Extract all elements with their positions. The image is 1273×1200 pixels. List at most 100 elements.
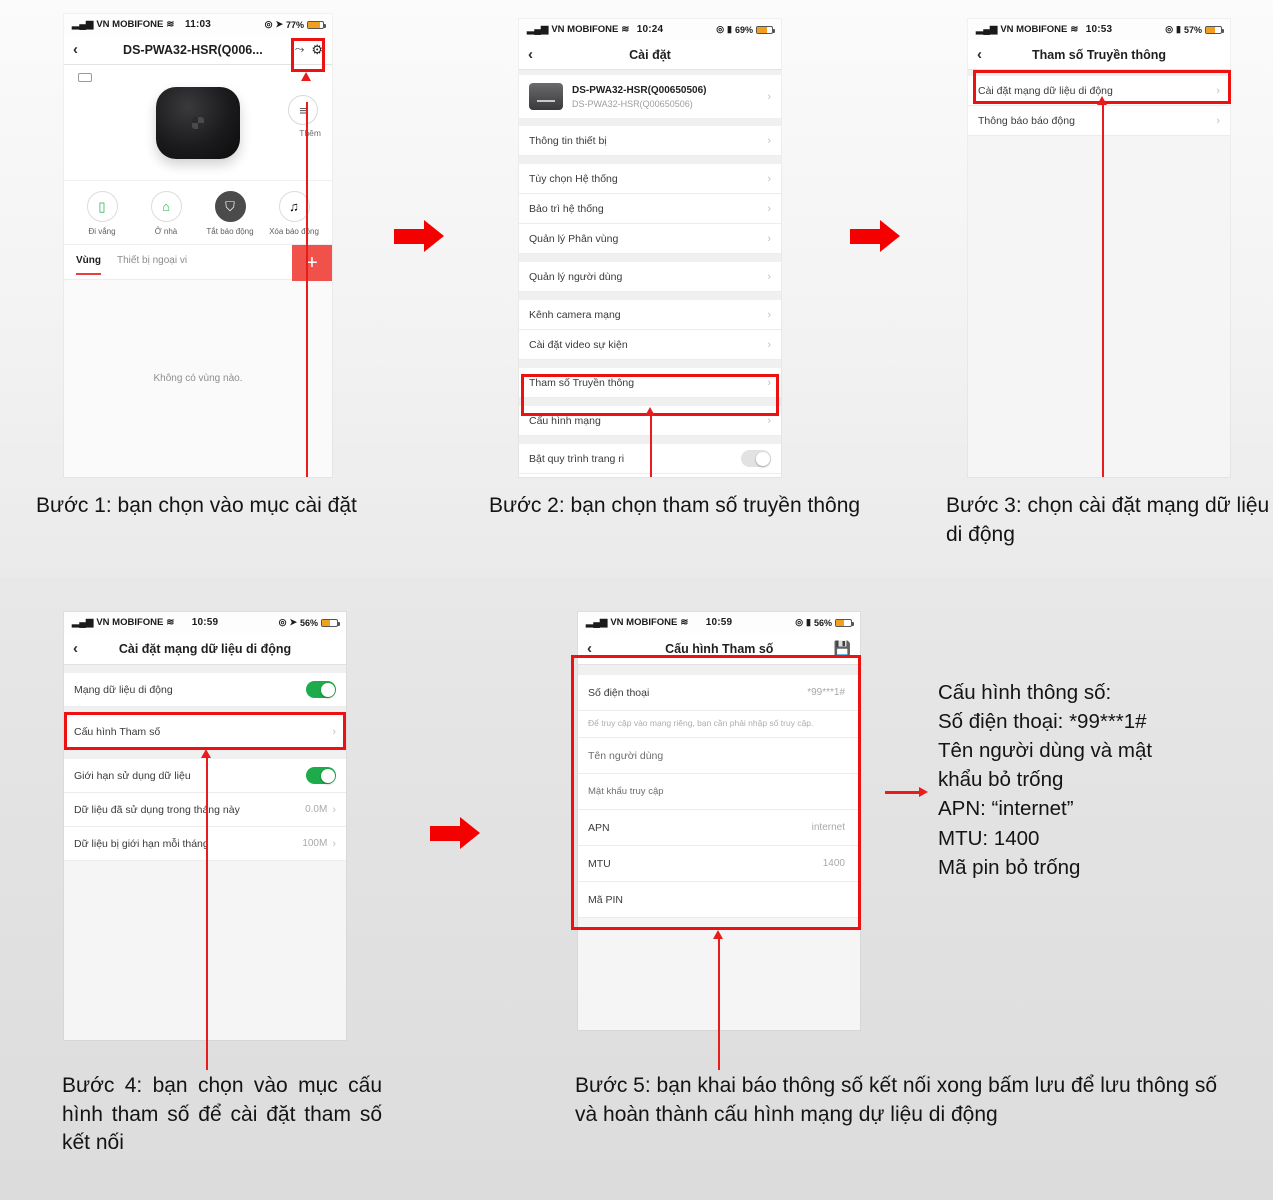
row-label: MTU	[588, 857, 611, 870]
chevron-right-icon: ›	[767, 232, 771, 245]
chevron-right-icon: ›	[767, 270, 771, 283]
row-label: APN	[588, 821, 610, 834]
device-name: DS-PWA32-HSR(Q00650506)	[572, 85, 707, 97]
share-icon[interactable]: ⤳	[295, 42, 305, 57]
step-arrow-2-to-3	[850, 220, 902, 252]
chevron-right-icon: ›	[767, 308, 771, 321]
row-data-limit-toggle[interactable]: Giới hạn sử dụng dữ liệu	[64, 759, 346, 793]
back-button-4[interactable]: ‹	[73, 640, 91, 657]
comm-item-label: Thông báo báo động	[978, 114, 1075, 127]
quick-action-home[interactable]: ⌂ Ở nhà	[136, 191, 196, 236]
settings-item-system-maintenance[interactable]: Bảo trì hệ thống ›	[519, 194, 781, 224]
battery-icon-5	[835, 618, 855, 627]
settings-item-system-options[interactable]: Tùy chọn Hệ thống ›	[519, 164, 781, 194]
spacer	[519, 156, 781, 164]
caption-step-2: Bước 2: bạn chọn tham số truyền thông	[489, 494, 861, 517]
row-username[interactable]: Tên người dùng	[578, 738, 860, 775]
caption-step-4: Bước 4: bạn chọn vào mục cấu hình tham s…	[62, 1074, 382, 1155]
spacer	[519, 292, 781, 300]
status-bar-2: ▂▄▆ VN MOBIFONE ≋ 10:24 ◎ ▮ 69%	[519, 19, 781, 40]
chevron-right-icon: ›	[1216, 84, 1220, 97]
page-title-2: Cài đặt	[629, 47, 671, 62]
gear-icon[interactable]: ⚙	[311, 42, 323, 58]
pointer-line-4	[206, 757, 208, 1070]
chevron-right-icon: ›	[332, 803, 336, 816]
row-password[interactable]: Mật khẩu truy cập	[578, 774, 860, 811]
row-mobile-data-toggle[interactable]: Mạng dữ liệu di động	[64, 673, 346, 707]
spacer	[64, 665, 346, 673]
back-button-3[interactable]: ‹	[977, 46, 995, 63]
settings-item-communication-params[interactable]: Tham số Truyền thông ›	[519, 368, 781, 398]
nav-bar-3: ‹ Tham số Truyền thông	[968, 40, 1230, 70]
back-button-1[interactable]: ‹	[73, 41, 91, 58]
back-button-2[interactable]: ‹	[528, 46, 546, 63]
battery-icon-2	[756, 25, 776, 34]
settings-item-network-camera[interactable]: Kênh camera mạng ›	[519, 300, 781, 330]
settings-item-user-management[interactable]: Quản lý người dùng ›	[519, 262, 781, 292]
wifi-icon: ≋	[680, 617, 689, 628]
caption-step-5: Bước 5: bạn khai báo thông số kết nối xo…	[575, 1074, 1218, 1126]
settings-item-label: Tùy chọn Hệ thống	[529, 172, 618, 185]
nav-bar-4: ‹ Cài đặt mạng dữ liệu di động	[64, 633, 346, 665]
row-data-used-this-month[interactable]: Dữ liệu đã sử dụng trong tháng này 0.0M …	[64, 793, 346, 827]
save-disk-icon[interactable]: 💾	[834, 640, 851, 657]
row-parameter-config[interactable]: Cấu hình Tham số ›	[64, 715, 346, 749]
settings-item-device-info[interactable]: Thông tin thiết bị ›	[519, 126, 781, 156]
row-monthly-data-limit[interactable]: Dữ liệu bị giới hạn mỗi tháng 100M ›	[64, 827, 346, 861]
battery-percent-1: 77%	[285, 19, 304, 30]
row-label: Mã PIN	[588, 893, 624, 906]
signal-bars-icon: ▂▄▆	[72, 617, 94, 628]
comm-item-alarm-notification[interactable]: Thông báo báo động ›	[968, 106, 1230, 136]
chevron-right-icon: ›	[767, 202, 771, 215]
tab-peripherals[interactable]: Thiết bị ngoại vi	[117, 255, 187, 269]
quick-action-away[interactable]: ▯ Đi vắng	[72, 191, 132, 236]
row-mtu[interactable]: MTU 1400	[578, 846, 860, 883]
pointer-arrow-5	[713, 930, 723, 939]
row-label: Mật khẩu truy cập	[588, 786, 664, 798]
status-bar-3: ▂▄▆ VN MOBIFONE ≋ 10:53 ◎ ▮ 57%	[968, 19, 1230, 40]
quick-action-label: Xóa báo động	[269, 227, 319, 236]
process-page-toggle[interactable]	[741, 450, 771, 467]
wifi-icon: ≋	[621, 24, 630, 35]
settings-item-label: Bật quy trình trang ri	[529, 452, 625, 465]
tab-vung[interactable]: Vùng	[76, 255, 101, 275]
settings-item-label: Cấu hình mạng	[529, 414, 601, 427]
row-pin[interactable]: Mã PIN	[578, 882, 860, 919]
mobile-data-toggle[interactable]	[306, 681, 336, 698]
note-line-6: MTU: 1400	[938, 826, 1040, 850]
comm-item-label: Cài đặt mạng dữ liệu di động	[978, 84, 1113, 97]
battery-percent-5: 56%	[814, 617, 833, 628]
data-limit-toggle[interactable]	[306, 767, 336, 784]
note-line-1: Cấu hình thông số:	[938, 681, 1112, 704]
pointer-line-2	[650, 415, 652, 477]
chevron-right-icon: ›	[767, 414, 771, 427]
back-button-5[interactable]: ‹	[587, 640, 605, 657]
settings-item-partition-management[interactable]: Quản lý Phân vùng ›	[519, 224, 781, 254]
chevron-right-icon: ›	[767, 90, 771, 103]
row-apn[interactable]: APN internet	[578, 810, 860, 847]
device-card-2[interactable]: DS-PWA32-HSR(Q00650506) DS-PWA32-HSR(Q00…	[519, 75, 781, 118]
battery-icon-1	[307, 20, 326, 29]
chevron-right-icon: ›	[767, 338, 771, 351]
clock-2: 10:24	[636, 24, 664, 35]
note-line-4: khẩu bỏ trống	[938, 768, 1064, 792]
status-bar-1: ▂▄▆ VN MOBIFONE ≋ 11:03 ◎ ➤ 77%	[64, 14, 332, 35]
quick-action-clear-alarm[interactable]: ♫ Xóa báo động	[264, 191, 324, 236]
device-image	[156, 87, 240, 159]
row-phone-number[interactable]: Số điện thoại *99***1#	[578, 675, 860, 711]
quick-action-disarm[interactable]: ⛉ Tắt báo động	[200, 191, 260, 236]
alarm-icon: ▮	[727, 24, 732, 34]
phone-screen-1: ▂▄▆ VN MOBIFONE ≋ 11:03 ◎ ➤ 77% ‹ DS-PWA…	[64, 14, 332, 477]
add-device-button[interactable]: ≡	[288, 95, 318, 125]
row-value: 1400	[822, 858, 845, 870]
row-value: 100M	[302, 838, 328, 849]
chevron-right-icon: ›	[332, 837, 336, 850]
step-arrow-1-to-2	[394, 220, 446, 252]
chevron-right-icon: ›	[332, 725, 336, 738]
note-pointer-arrow	[885, 787, 930, 798]
tabs-row-1: Vùng Thiết bị ngoại vi +	[64, 244, 332, 281]
quick-action-label: Tắt báo động	[206, 227, 254, 236]
add-zone-button[interactable]: +	[292, 245, 332, 281]
settings-item-event-video[interactable]: Cài đặt video sự kiện ›	[519, 330, 781, 360]
tutorial-page: ▂▄▆ VN MOBIFONE ≋ 11:03 ◎ ➤ 77% ‹ DS-PWA…	[0, 0, 1273, 1200]
